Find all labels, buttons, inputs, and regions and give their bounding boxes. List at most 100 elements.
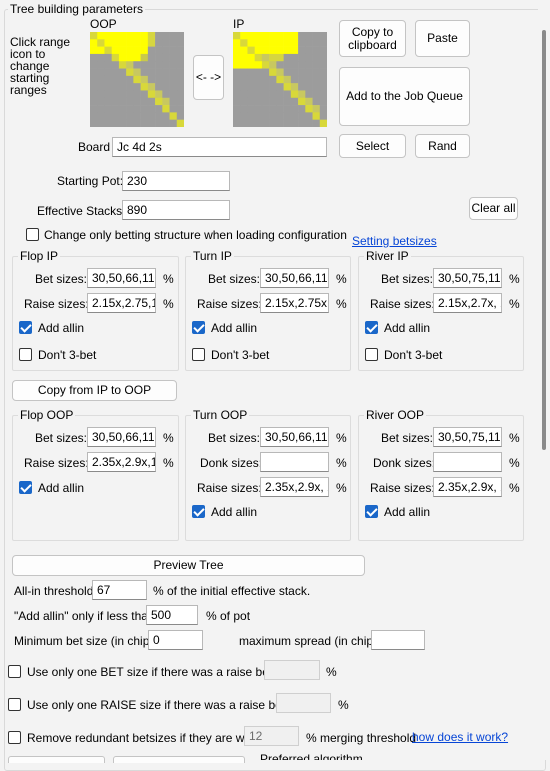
range-cell	[261, 61, 270, 69]
starting-pot-input[interactable]: 230	[122, 171, 230, 191]
turn-oop-donk-input[interactable]	[260, 452, 329, 472]
turn-oop-bet-input[interactable]: 30,50,66,110	[260, 427, 329, 447]
max-spread-input[interactable]	[371, 630, 425, 650]
range-cell	[155, 53, 163, 62]
flop-oop-raise-input[interactable]: 2.35x,2.9x,10	[87, 452, 156, 472]
add-to-job-queue-button[interactable]: Add to the Job Queue	[339, 67, 470, 126]
swap-ranges-button[interactable]: <- ->	[193, 55, 224, 100]
ip-range-matrix[interactable]	[233, 32, 327, 127]
flop-ip-bet-label: Bet sizes:	[35, 272, 88, 286]
range-cell	[233, 46, 241, 55]
turn-oop-add-allin-checkbox[interactable]	[192, 505, 205, 518]
range-cell	[147, 39, 156, 47]
range-cell	[176, 119, 184, 127]
vertical-scrollbar[interactable]	[538, 0, 550, 760]
select-board-button[interactable]: Select	[339, 134, 406, 158]
paste-button[interactable]: Paste	[415, 20, 470, 57]
range-cell	[90, 105, 98, 113]
turn-oop-donk-pct: %	[336, 456, 347, 470]
river-ip-add-allin-checkbox[interactable]	[365, 321, 378, 334]
one-bet-size-checkbox[interactable]	[8, 665, 21, 678]
flop-oop-bet-label: Bet sizes:	[35, 431, 88, 445]
river-ip-bet-input[interactable]: 30,50,75,110	[433, 268, 502, 288]
effective-stacks-input[interactable]: 890	[122, 200, 230, 220]
preview-tree-button[interactable]: Preview Tree	[12, 555, 365, 576]
flop-ip-add-allin-checkbox[interactable]	[19, 321, 32, 334]
range-cell	[305, 32, 313, 40]
turn-ip-add-allin-checkbox[interactable]	[192, 321, 205, 334]
range-cell	[312, 119, 321, 127]
range-cell	[312, 75, 321, 84]
one-bet-size-input[interactable]	[264, 660, 320, 680]
board-input[interactable]: Jc 4d 2s	[112, 137, 327, 157]
range-cell	[276, 68, 284, 77]
change-only-betting-checkbox[interactable]	[26, 228, 39, 241]
add-allin-if-less-input[interactable]: 500	[146, 605, 198, 625]
flop-ip-dont-3bet-checkbox[interactable]	[19, 348, 32, 361]
flop-ip-raise-input[interactable]: 2.15x,2.75,10	[87, 293, 156, 313]
remove-redundant-input[interactable]: 12	[244, 726, 299, 746]
range-cell	[276, 112, 284, 120]
how-does-it-work-link[interactable]: how does it work?	[412, 730, 508, 744]
rand-board-button[interactable]: Rand	[415, 134, 470, 158]
group-title: Tree building parameters	[8, 2, 145, 16]
min-bet-size-input[interactable]: 0	[148, 630, 203, 650]
river-ip-add-allin-label: Add allin	[384, 321, 431, 335]
range-cell	[104, 46, 112, 55]
one-raise-size-input[interactable]	[276, 693, 331, 713]
range-cell	[176, 61, 184, 69]
range-cell	[240, 83, 248, 91]
range-cell	[247, 97, 255, 106]
river-oop-add-allin-checkbox[interactable]	[365, 505, 378, 518]
river-oop-bet-pct: %	[509, 431, 520, 445]
range-cell	[176, 112, 184, 120]
range-cell	[269, 119, 277, 127]
range-cell	[233, 39, 241, 47]
flop-oop-bet-input[interactable]: 30,50,66,110	[87, 427, 156, 447]
copy-to-clipboard-button[interactable]: Copy to clipboard	[339, 20, 406, 57]
turn-ip-bet-input[interactable]: 30,50,66,110	[260, 268, 329, 288]
oop-range-matrix[interactable]	[90, 32, 184, 127]
range-cell	[283, 32, 292, 40]
range-cell	[283, 105, 292, 113]
range-cell	[140, 68, 149, 77]
setting-betsizes-link[interactable]: Setting betsizes	[352, 234, 437, 248]
clear-all-button[interactable]: Clear all	[469, 197, 518, 220]
turn-ip-dont-3bet-checkbox[interactable]	[192, 348, 205, 361]
river-ip-dont-3bet-checkbox[interactable]	[365, 348, 378, 361]
scrollbar-thumb[interactable]	[542, 30, 546, 450]
range-cell	[104, 83, 112, 91]
allin-threshold-label: All-in threshold:	[14, 584, 97, 598]
turn-oop-raise-input[interactable]: 2.35x,2.9x, 10	[260, 477, 329, 497]
river-oop-bet-input[interactable]: 30,50,75,110	[433, 427, 502, 447]
river-ip-raise-input[interactable]: 2.15x,2.7x, 10	[433, 293, 502, 313]
river-oop-raise-input[interactable]: 2.35x,2.9x, 10	[433, 477, 502, 497]
flop-ip-bet-input[interactable]: 30,50,66,110	[87, 268, 156, 288]
river-oop-donk-input[interactable]	[433, 452, 502, 472]
range-cell	[276, 61, 284, 69]
range-cell	[176, 83, 184, 91]
range-cell	[312, 83, 321, 91]
range-cell	[140, 53, 149, 62]
allin-threshold-input[interactable]: 67	[92, 580, 147, 600]
range-cell	[305, 97, 313, 106]
one-raise-size-checkbox[interactable]	[8, 698, 21, 711]
range-cell	[90, 68, 98, 77]
copy-ip-to-oop-button[interactable]: Copy from IP to OOP	[12, 380, 177, 401]
range-cell	[111, 53, 120, 62]
range-cell	[254, 105, 263, 113]
remove-redundant-checkbox[interactable]	[8, 731, 21, 744]
range-cell	[283, 112, 292, 120]
river-oop-donk-pct: %	[509, 456, 520, 470]
range-cell	[118, 46, 127, 55]
one-raise-size-pct: %	[338, 698, 349, 712]
turn-ip-add-allin-label: Add allin	[211, 321, 258, 335]
range-cell	[276, 83, 284, 91]
range-cell	[290, 32, 299, 40]
range-cell	[169, 39, 178, 47]
flop-oop-add-allin-checkbox[interactable]	[19, 481, 32, 494]
turn-ip-raise-input[interactable]: 2.15x,2.75x,1	[260, 293, 329, 313]
range-cell	[140, 105, 149, 113]
turn-oop-bet-pct: %	[336, 431, 347, 445]
range-cell	[118, 90, 127, 99]
